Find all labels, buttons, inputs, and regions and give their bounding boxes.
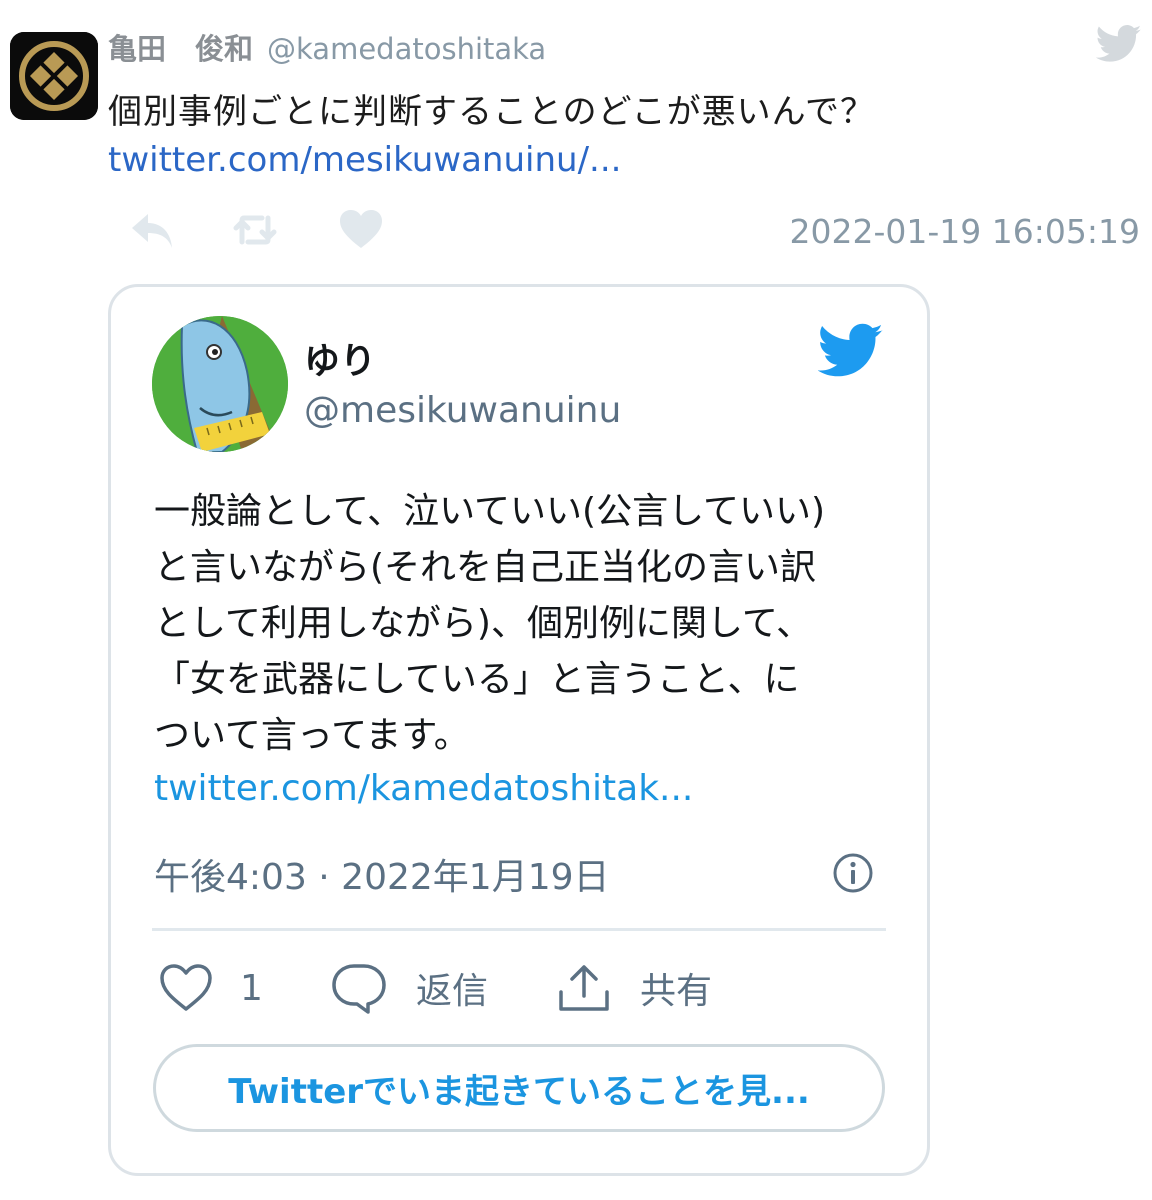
speech-bubble-icon — [330, 962, 388, 1014]
reply-icon[interactable] — [128, 208, 176, 256]
see-whats-happening-button[interactable]: Twitterでいま起きていることを見... — [153, 1044, 885, 1132]
reply-label: 返信 — [416, 971, 489, 1012]
share-button[interactable]: 共有 — [556, 962, 712, 1014]
family-crest-icon — [10, 32, 98, 120]
like-icon[interactable] — [338, 208, 384, 254]
embed-author-handle[interactable]: @mesikuwanuinu — [304, 390, 621, 431]
card-divider — [152, 928, 886, 931]
embed-text-line: 一般論として、泣いていい(公言していい) — [154, 491, 826, 532]
tweet-text: 個別事例ごとに判断することのどこが悪いんで？ — [108, 92, 875, 132]
twitter-bird-icon[interactable] — [817, 322, 884, 380]
embed-text-line: として利用しながら)、個別例に関して、 — [154, 603, 813, 644]
author-handle[interactable]: @kamedatoshitaka — [267, 32, 546, 66]
embed-text-line: ついて言ってます。 — [154, 715, 470, 756]
embed-tweet-date[interactable]: 午後4:03 · 2022年1月19日 — [154, 848, 610, 900]
author-name[interactable]: 亀田 俊和 — [108, 32, 253, 66]
tweet-timestamp[interactable]: 2022-01-19 16:05:19 — [790, 212, 1140, 251]
retweet-icon[interactable] — [232, 208, 278, 256]
tweet-link[interactable]: twitter.com/mesikuwanuinu/... — [108, 140, 621, 180]
heart-icon — [158, 962, 214, 1014]
embed-author-avatar[interactable] — [152, 316, 288, 452]
embed-tweet-text: 一般論として、泣いていい(公言していい) と言いながら(それを自己正当化の言い訳… — [154, 484, 874, 764]
share-icon — [556, 962, 612, 1014]
fish-illustration-icon — [152, 316, 288, 452]
twitter-bird-icon[interactable] — [1095, 24, 1142, 64]
author-avatar[interactable] — [10, 32, 98, 120]
like-count: 1 — [240, 967, 263, 1009]
embed-text-line: と言いながら(それを自己正当化の言い訳 — [154, 547, 817, 588]
share-label: 共有 — [640, 971, 713, 1012]
embed-tweet-link[interactable]: twitter.com/kamedatoshitak... — [154, 768, 693, 809]
like-button[interactable]: 1 — [158, 962, 263, 1014]
tweet-header: 亀田 俊和 @kamedatoshitaka — [108, 26, 546, 68]
embed-author-name[interactable]: ゆり — [304, 332, 376, 384]
embed-text-line: 「女を武器にしている」と言うこと、に — [154, 659, 800, 700]
cta-label: Twitterでいま起きていることを見... — [228, 1071, 810, 1112]
info-icon[interactable] — [832, 852, 874, 894]
reply-button[interactable]: 返信 — [330, 962, 488, 1014]
